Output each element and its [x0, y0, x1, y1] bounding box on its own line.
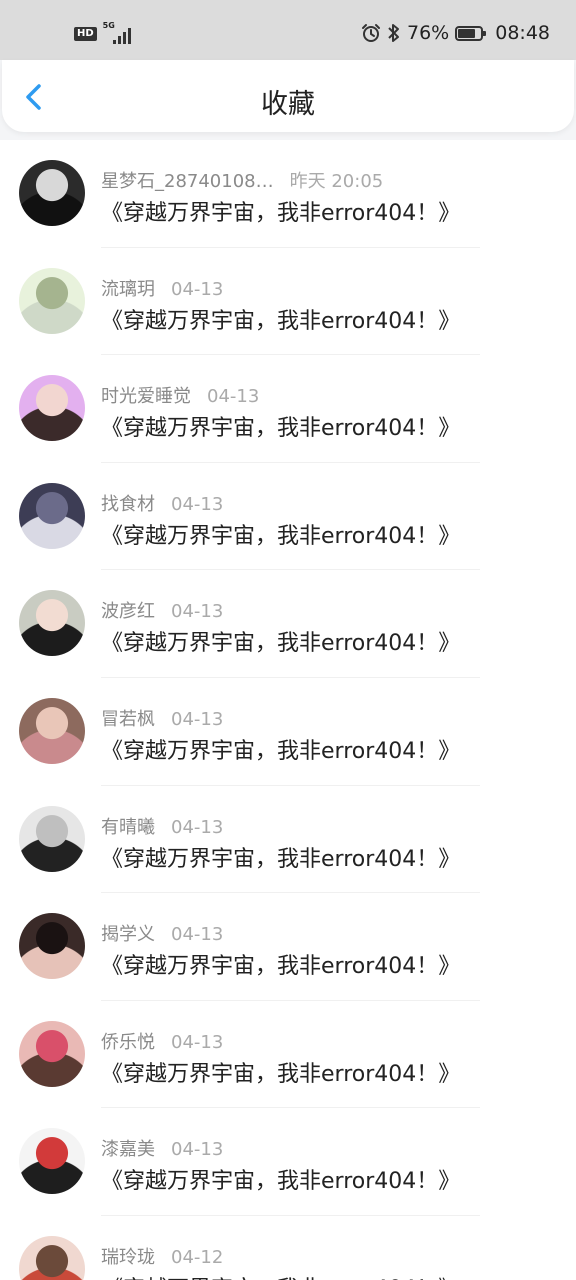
user-avatar-icon[interactable]	[19, 482, 85, 549]
battery-icon	[455, 25, 487, 41]
user-name: 漆嘉美	[101, 1139, 155, 1161]
user-avatar-icon[interactable]	[19, 375, 85, 442]
user-name-line: 瑞玲珑 04-12	[101, 1243, 223, 1269]
favorite-time: 04-12	[171, 1246, 224, 1268]
favorite-item[interactable]: 时光爱睡觉 04-13 《穿越万界宇宙，我非error404！》	[0, 355, 576, 463]
favorite-item[interactable]: 冒若枫 04-13 《穿越万界宇宙，我非error404！》	[0, 678, 576, 786]
app-header: 收藏	[2, 60, 574, 132]
user-avatar-icon[interactable]	[19, 697, 85, 764]
user-avatar-icon[interactable]	[19, 1235, 85, 1280]
favorite-content: 《穿越万界宇宙，我非error404！》	[101, 1271, 460, 1280]
favorites-list: 星梦石_28740108… 昨天 20:05 《穿越万界宇宙，我非error404…	[0, 140, 576, 1280]
user-avatar-icon[interactable]	[19, 805, 85, 872]
page-title: 收藏	[261, 89, 315, 120]
user-name-line: 时光爱睡觉 04-13	[101, 382, 259, 408]
favorite-item[interactable]: 找食材 04-13 《穿越万界宇宙，我非error404！》	[0, 463, 576, 571]
user-name-line: 揭学义 04-13	[101, 920, 223, 946]
favorite-content: 《穿越万界宇宙，我非error404！》	[101, 308, 461, 334]
status-bar: HD 5G 76% 08:48	[0, 0, 576, 60]
favorite-time: 昨天 20:05	[289, 171, 384, 192]
user-avatar-icon[interactable]	[19, 1020, 85, 1087]
favorite-time: 04-13	[171, 493, 224, 515]
favorite-item[interactable]: 侨乐悦 04-13 《穿越万界宇宙，我非error404！》	[0, 1001, 576, 1109]
user-name-line: 冒若枫 04-13	[101, 705, 223, 731]
user-name: 冒若枫	[101, 708, 155, 730]
user-name: 有晴曦	[101, 816, 155, 838]
user-avatar-icon[interactable]	[19, 913, 85, 980]
user-name: 找食材	[101, 493, 155, 515]
user-name-line: 漆嘉美 04-13	[101, 1135, 223, 1161]
favorite-time: 04-13	[171, 601, 224, 623]
user-avatar-icon[interactable]	[19, 267, 85, 334]
favorite-content: 《穿越万界宇宙，我非error404！》	[101, 631, 461, 657]
favorite-time: 04-13	[171, 278, 224, 300]
favorite-content: 《穿越万界宇宙，我非error404！》	[101, 201, 461, 226]
favorite-item[interactable]: 有晴曦 04-13 《穿越万界宇宙，我非error404！》	[0, 786, 576, 894]
user-name: 侨乐悦	[101, 1031, 155, 1053]
user-name: 揭学义	[101, 924, 155, 946]
battery-percent: 76%	[407, 22, 450, 44]
favorite-content: 《穿越万界宇宙，我非error404！》	[101, 1061, 461, 1087]
favorite-item[interactable]: 揭学义 04-13 《穿越万界宇宙，我非error404！》	[0, 893, 576, 1001]
status-time: 08:48	[495, 22, 550, 44]
status-bar-left: HD 5G	[74, 22, 137, 44]
user-avatar-icon[interactable]	[19, 160, 85, 226]
status-bar-right: 76% 08:48	[361, 22, 550, 44]
favorite-item[interactable]: 流璃玥 04-13 《穿越万界宇宙，我非error404！》	[0, 248, 576, 356]
bluetooth-icon	[388, 24, 399, 42]
favorite-item[interactable]: 星梦石_28740108… 昨天 20:05 《穿越万界宇宙，我非error404…	[0, 140, 576, 248]
user-avatar-icon[interactable]	[19, 590, 85, 657]
user-avatar-icon[interactable]	[19, 1128, 85, 1195]
favorite-time: 04-13	[207, 386, 260, 408]
user-name: 波彦红	[101, 601, 155, 623]
user-name: 瑞玲珑	[101, 1246, 155, 1268]
user-name-line: 流璃玥 04-13	[101, 275, 223, 301]
user-name: 流璃玥	[101, 278, 155, 300]
favorite-time: 04-13	[171, 708, 224, 730]
favorite-content: 《穿越万界宇宙，我非error404！》	[101, 1169, 461, 1195]
user-name: 时光爱睡觉	[101, 386, 191, 408]
favorite-item[interactable]: 瑞玲珑 04-12 《穿越万界宇宙，我非error404！》	[0, 1216, 576, 1280]
hd-badge: HD	[74, 27, 97, 41]
favorite-time: 04-13	[171, 816, 224, 838]
user-name: 星梦石_28740108…	[101, 171, 274, 192]
favorite-content: 《穿越万界宇宙，我非error404！》	[101, 954, 461, 980]
user-name-line: 波彦红 04-13	[101, 597, 223, 623]
favorite-item[interactable]: 漆嘉美 04-13 《穿越万界宇宙，我非error404！》	[0, 1108, 576, 1216]
user-name-line: 星梦石_28740108… 昨天 20:05	[101, 167, 383, 193]
favorite-content: 《穿越万界宇宙，我非error404！》	[101, 523, 461, 549]
favorite-content: 《穿越万界宇宙，我非error404！》	[101, 738, 461, 764]
user-name-line: 侨乐悦 04-13	[101, 1028, 223, 1054]
signal-icon: 5G	[103, 22, 137, 44]
user-name-line: 有晴曦 04-13	[101, 813, 223, 839]
alarm-icon	[362, 24, 380, 42]
favorite-item[interactable]: 波彦红 04-13 《穿越万界宇宙，我非error404！》	[0, 570, 576, 678]
favorite-content: 《穿越万界宇宙，我非error404！》	[101, 846, 461, 872]
favorite-time: 04-13	[171, 924, 224, 946]
favorite-time: 04-13	[171, 1139, 224, 1161]
user-name-line: 找食材 04-13	[101, 490, 223, 516]
favorite-time: 04-13	[171, 1031, 224, 1053]
favorite-content: 《穿越万界宇宙，我非error404！》	[101, 416, 461, 442]
